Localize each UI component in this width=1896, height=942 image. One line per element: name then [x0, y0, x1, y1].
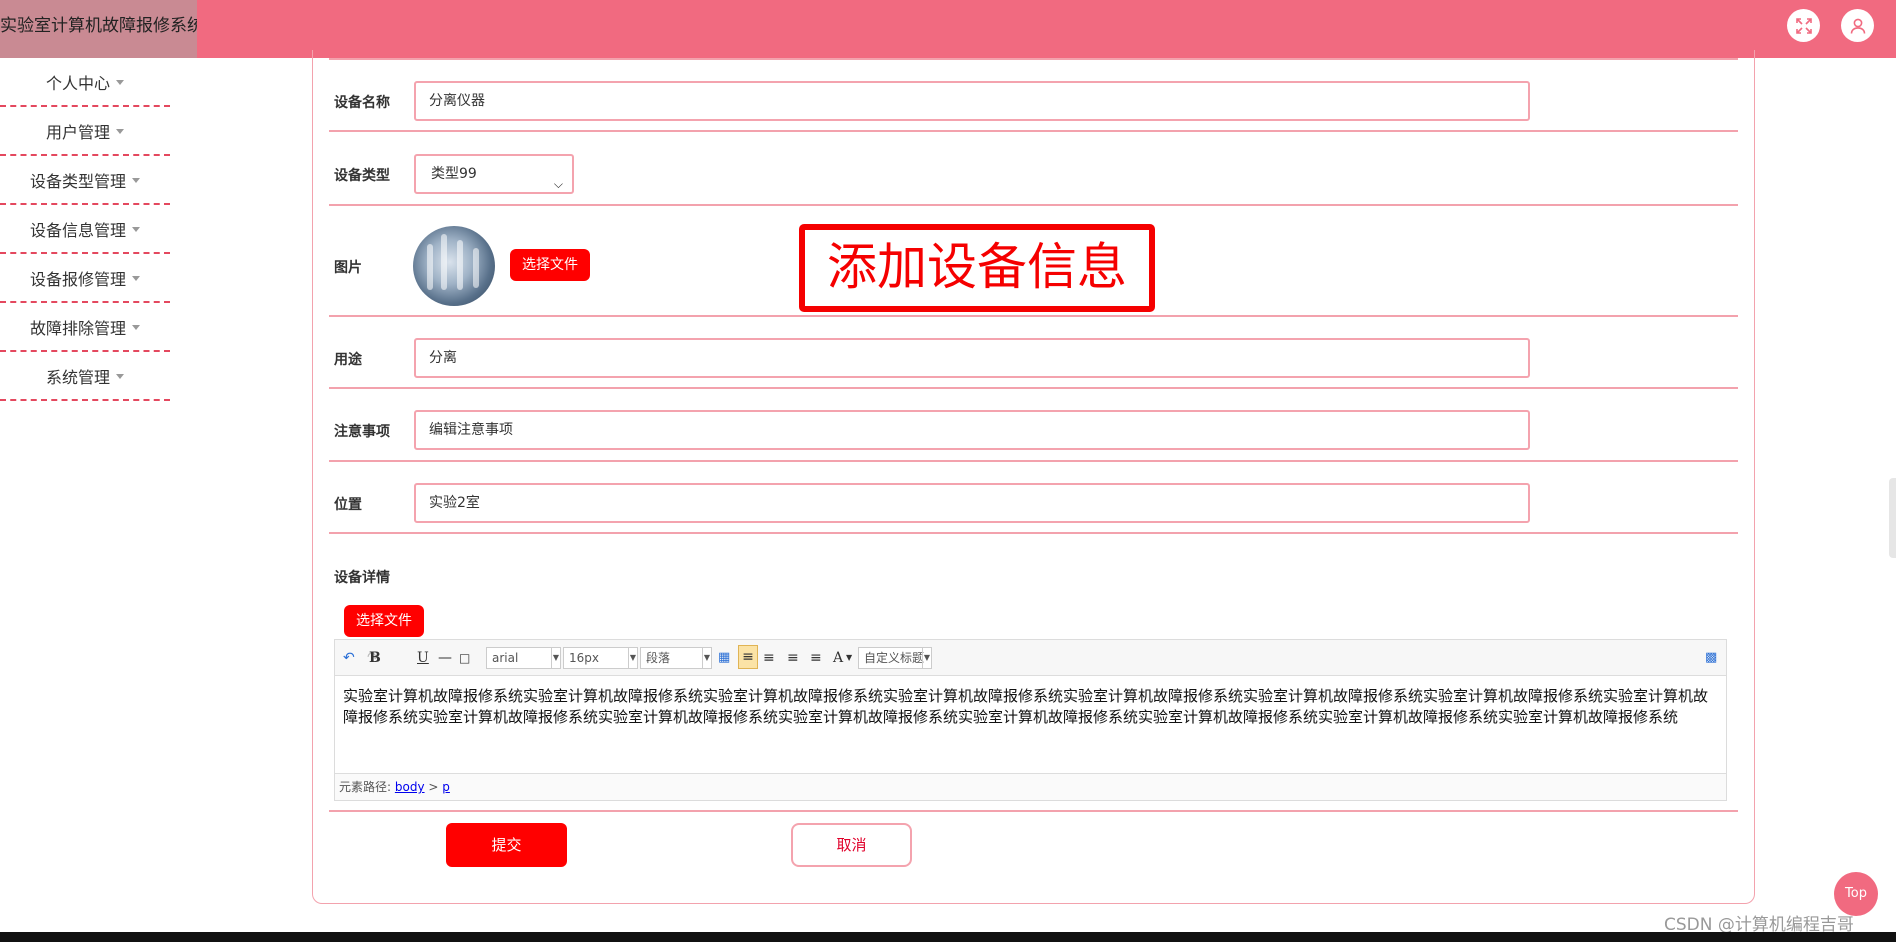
scrollbar[interactable] [1889, 478, 1896, 558]
divider [329, 204, 1738, 206]
sidebar-item-system-management[interactable]: 系统管理 [0, 352, 170, 401]
sidebar-item-label: 设备报修管理 [29, 269, 126, 289]
device-type-select[interactable]: 类型99 ⌵ [414, 154, 574, 194]
sidebar-item-label: 用户管理 [45, 122, 110, 142]
sidebar-item-label: 故障排除管理 [29, 318, 126, 338]
chevron-down-icon[interactable]: ▼ [846, 649, 852, 667]
device-type-value: 类型99 [431, 166, 477, 182]
custom-heading-value: 自定义标题 [864, 651, 925, 665]
divider [329, 130, 1738, 132]
element-path-p-link[interactable]: p [442, 780, 450, 794]
taskbar-edge [0, 932, 1896, 942]
location-input[interactable]: 实验2室 [414, 483, 1530, 523]
divider [329, 532, 1738, 534]
align-left-icon[interactable]: ≡ [738, 645, 758, 669]
divider [329, 387, 1738, 389]
sidebar-item-user-management[interactable]: 用户管理 [0, 107, 170, 156]
device-image-thumbnail [413, 226, 495, 306]
submit-button[interactable]: 提交 [446, 823, 567, 867]
chevron-down-icon [116, 374, 124, 379]
device-type-label: 设备类型 [334, 168, 390, 184]
sidebar-item-label: 设备信息管理 [29, 220, 126, 240]
font-color-icon[interactable]: A [833, 649, 843, 667]
chevron-down-icon: ▼ [702, 648, 711, 668]
chevron-down-icon [116, 129, 124, 134]
sidebar-item-device-info-management[interactable]: 设备信息管理 [0, 205, 170, 254]
editor-toolbar: ↶ ↷ B U — □ arial ▼ 16px ▼ 段落 ▼ ▦ ≡ ≡ ≡ … [335, 640, 1726, 676]
notes-label: 注意事项 [334, 424, 390, 440]
rich-text-editor: ↶ ↷ B U — □ arial ▼ 16px ▼ 段落 ▼ ▦ ≡ ≡ ≡ … [334, 639, 1727, 801]
custom-heading-select[interactable]: 自定义标题 ▼ [858, 647, 932, 669]
font-family-select[interactable]: arial ▼ [486, 647, 561, 669]
paragraph-value: 段落 [646, 651, 671, 665]
cancel-button[interactable]: 取消 [791, 823, 912, 867]
chevron-down-icon: ⌵ [553, 177, 563, 191]
divider [329, 460, 1738, 462]
undo-icon[interactable]: ↶ [343, 649, 355, 667]
annotation-label: 添加设备信息 [799, 224, 1155, 312]
font-size-value: 16px [569, 651, 599, 665]
location-label: 位置 [334, 497, 362, 513]
chevron-down-icon: ▼ [551, 648, 560, 668]
divider [329, 315, 1738, 317]
details-choose-file-button[interactable]: 选择文件 [344, 605, 424, 637]
chevron-down-icon: ▼ [628, 648, 637, 668]
details-label: 设备详情 [334, 570, 390, 586]
sidebar-item-device-type-management[interactable]: 设备类型管理 [0, 156, 170, 205]
usage-label: 用途 [334, 352, 362, 368]
element-path-bar: 元素路径: body > p [335, 773, 1726, 800]
chevron-down-icon [116, 80, 124, 85]
font-size-select[interactable]: 16px ▼ [563, 647, 638, 669]
page-icon[interactable]: □ [459, 649, 470, 667]
chevron-down-icon [132, 276, 140, 281]
chevron-down-icon [132, 227, 140, 232]
horizontal-rule-icon[interactable]: — [438, 649, 452, 667]
device-name-input[interactable]: 分离仪器 [414, 81, 1530, 121]
divider [329, 810, 1738, 812]
chevron-down-icon [132, 325, 140, 330]
underline-icon[interactable]: U [417, 649, 429, 667]
usage-input[interactable]: 分离 [414, 338, 1530, 378]
preview-icon[interactable]: ▩ [1705, 649, 1717, 667]
sidebar-item-personal-center[interactable]: 个人中心 [0, 58, 170, 107]
fullscreen-icon[interactable] [1787, 9, 1820, 42]
element-path-separator: > [428, 780, 439, 794]
divider [329, 58, 1738, 60]
sidebar-item-label: 系统管理 [45, 367, 110, 387]
app-title: 实验室计算机故障报修系统 [0, 0, 197, 58]
sidebar-item-label: 个人中心 [45, 73, 110, 93]
editor-content[interactable]: 实验室计算机故障报修系统实验室计算机故障报修系统实验室计算机故障报修系统实验室计… [343, 686, 1715, 728]
table-icon[interactable]: ▦ [718, 649, 730, 667]
sidebar-item-repair-management[interactable]: 设备报修管理 [0, 254, 170, 303]
element-path-label: 元素路径: [339, 780, 392, 794]
chevron-down-icon [132, 178, 140, 183]
user-icon[interactable] [1841, 9, 1874, 42]
device-name-label: 设备名称 [334, 95, 390, 111]
paragraph-select[interactable]: 段落 ▼ [640, 647, 712, 669]
notes-input[interactable]: 编辑注意事项 [414, 410, 1530, 450]
sidebar-item-troubleshooting-management[interactable]: 故障排除管理 [0, 303, 170, 352]
chevron-down-icon: ▼ [922, 648, 931, 668]
font-family-value: arial [492, 651, 519, 665]
bold-icon[interactable]: B [369, 649, 381, 667]
sidebar-item-label: 设备类型管理 [29, 171, 126, 191]
align-justify-icon[interactable]: ≡ [810, 649, 822, 667]
align-right-icon[interactable]: ≡ [763, 649, 775, 667]
element-path-body-link[interactable]: body [395, 780, 425, 794]
image-label: 图片 [334, 260, 362, 276]
align-center-icon[interactable]: ≡ [787, 649, 799, 667]
image-choose-file-button[interactable]: 选择文件 [510, 249, 590, 281]
